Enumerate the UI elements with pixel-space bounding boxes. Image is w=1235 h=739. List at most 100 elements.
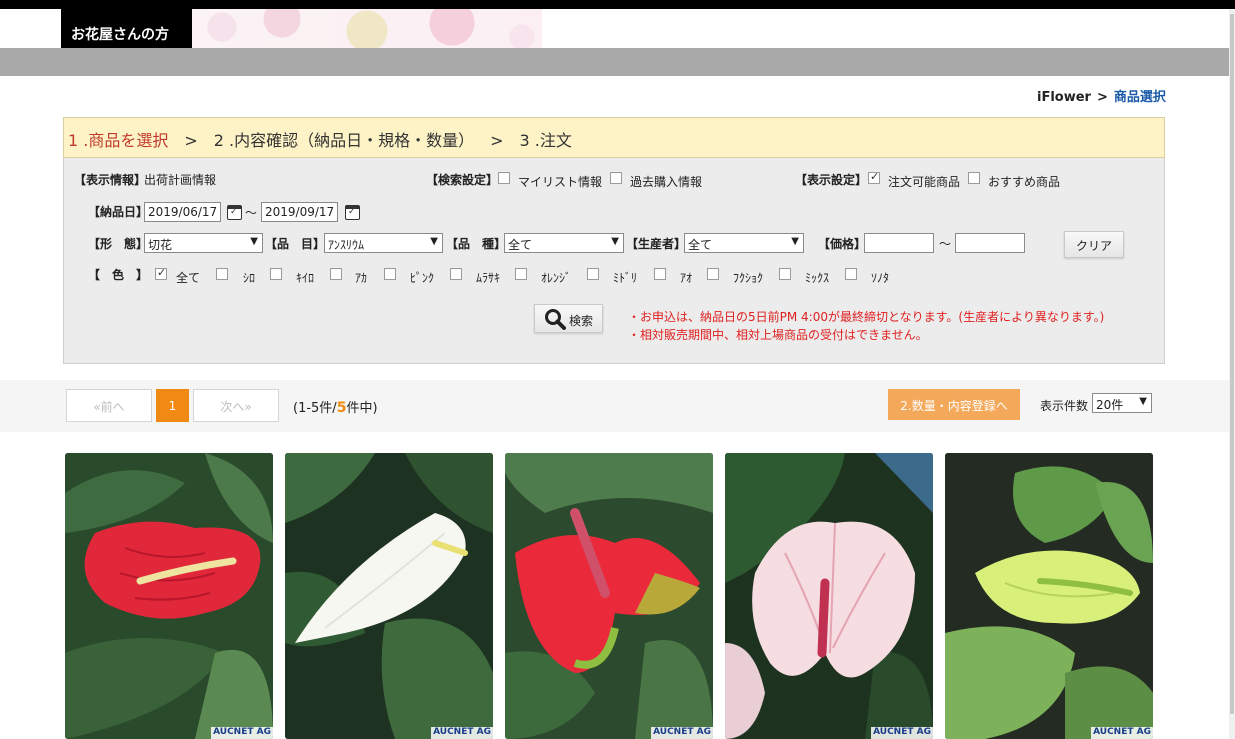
product-card[interactable]: AUCNET AG xyxy=(65,453,273,739)
mylist-label: マイリスト情報 xyxy=(518,175,603,189)
chevron-down-icon: ▼ xyxy=(1139,396,1147,407)
color-option-label: ｼﾛ xyxy=(243,271,256,285)
display-info-label: 【表示情報】 xyxy=(74,173,147,187)
step-arrow: > xyxy=(184,131,198,150)
next-page-button[interactable]: 次へ» xyxy=(193,389,279,422)
variety-select-value: 全て xyxy=(508,238,533,252)
price-max-input[interactable] xyxy=(955,233,1025,253)
calendar-icon[interactable] xyxy=(345,205,360,220)
item-label: 【品 目】 xyxy=(265,237,326,251)
date-range-tilde: ～ xyxy=(245,206,258,220)
color-option-label: ｿﾉﾀ xyxy=(871,271,890,285)
per-page-value: 20件 xyxy=(1096,398,1124,412)
item-select[interactable]: ｱﾝｽﾘｳﾑ ▼ xyxy=(324,233,443,253)
color-option-label: ﾐｯｸｽ xyxy=(805,271,830,285)
product-image xyxy=(945,453,1153,739)
product-watermark: AUCNET AG xyxy=(651,727,713,739)
product-watermark: AUCNET AG xyxy=(871,727,933,739)
display-settings-label: 【表示設定】 xyxy=(795,173,868,187)
clear-button[interactable]: クリア xyxy=(1064,231,1124,258)
chevron-down-icon: ▼ xyxy=(250,236,258,247)
product-watermark: AUCNET AG xyxy=(211,727,273,739)
step-confirm: 2 .内容確認（納品日・規格・数量） xyxy=(213,131,475,150)
past-purchase-checkbox[interactable] xyxy=(610,172,622,184)
color-checkbox[interactable] xyxy=(216,268,228,280)
product-watermark: AUCNET AG xyxy=(1091,727,1153,739)
brand-tab-label: お花屋さんの方 xyxy=(71,27,169,43)
search-settings-label: 【検索設定】 xyxy=(426,173,499,187)
color-option-label: ｷｲﾛ xyxy=(296,271,315,285)
color-checkbox[interactable] xyxy=(155,266,167,280)
display-info-value: 出荷計画情報 xyxy=(144,173,217,187)
producer-select[interactable]: 全て ▼ xyxy=(684,233,804,253)
product-card[interactable]: AUCNET AG xyxy=(725,453,933,739)
color-option-label: ｱｶ xyxy=(355,271,368,285)
breadcrumb-separator: > xyxy=(1096,90,1108,105)
step-arrow: > xyxy=(490,131,504,150)
search-icon xyxy=(545,309,566,330)
product-image xyxy=(285,453,493,739)
nav-bar xyxy=(0,48,1229,76)
per-page-select[interactable]: 20件 ▼ xyxy=(1092,393,1152,413)
mylist-checkbox[interactable] xyxy=(498,172,510,184)
orderable-checkbox[interactable] xyxy=(868,170,880,184)
order-steps: 1 .商品を選択 >2 .内容確認（納品日・規格・数量） >3 .注文 xyxy=(63,117,1165,158)
result-count-total: 5 xyxy=(336,400,347,416)
deadline-notes: ・お申込は、納品日の5日前PM 4:00が最終締切となります。(生産者により異な… xyxy=(628,308,1104,344)
brand-tab[interactable]: お花屋さんの方 xyxy=(61,9,192,48)
page-scrollbar[interactable] xyxy=(1229,9,1235,739)
color-checkbox[interactable] xyxy=(384,268,396,280)
color-checkbox[interactable] xyxy=(515,268,527,280)
color-checkbox[interactable] xyxy=(270,268,282,280)
color-checkbox[interactable] xyxy=(330,268,342,280)
chevron-down-icon: ▼ xyxy=(791,236,799,247)
color-option-label: ｵﾚﾝｼﾞ xyxy=(541,271,572,285)
note-line: ・相対販売期間中、相対上場商品の受付はできません。 xyxy=(628,328,928,342)
calendar-icon[interactable] xyxy=(227,205,242,220)
product-card[interactable]: AUCNET AG xyxy=(505,453,713,739)
search-button-label: 検索 xyxy=(569,314,594,328)
breadcrumb: iFlower > 商品選択 xyxy=(1037,86,1166,105)
prev-page-button[interactable]: «前へ xyxy=(66,389,152,422)
product-card[interactable]: AUCNET AG xyxy=(285,453,493,739)
color-option-label: ｱｵ xyxy=(680,271,693,285)
product-image xyxy=(65,453,273,739)
price-label: 【価格】 xyxy=(818,237,867,251)
note-line: ・お申込は、納品日の5日前PM 4:00が最終締切となります。(生産者により異な… xyxy=(628,310,1105,324)
result-count: (1-5件/5件中) xyxy=(293,397,378,416)
product-image xyxy=(505,453,713,739)
delivery-from-input[interactable]: 2019/06/17 xyxy=(144,202,221,222)
proceed-quantity-button[interactable]: 2.数量・内容登録へ xyxy=(888,389,1020,420)
chevron-down-icon: ▼ xyxy=(611,236,619,247)
color-option-label: 全て xyxy=(176,271,201,285)
color-option-label: ﾐﾄﾞﾘ xyxy=(613,271,638,285)
recommended-checkbox[interactable] xyxy=(968,172,980,184)
color-checkbox[interactable] xyxy=(779,268,791,280)
variety-select[interactable]: 全て ▼ xyxy=(504,233,624,253)
form-select[interactable]: 切花 ▼ xyxy=(144,233,263,253)
color-checkbox[interactable] xyxy=(654,268,666,280)
item-select-value: ｱﾝｽﾘｳﾑ xyxy=(328,238,365,252)
color-checkbox[interactable] xyxy=(845,268,857,280)
step-order: 3 .注文 xyxy=(519,131,572,150)
color-checkbox[interactable] xyxy=(450,268,462,280)
color-checkbox[interactable] xyxy=(587,268,599,280)
product-watermark: AUCNET AG xyxy=(431,727,493,739)
scrollbar-thumb[interactable] xyxy=(1230,14,1234,714)
delivery-to-input[interactable]: 2019/09/17 xyxy=(261,202,338,222)
producer-select-value: 全て xyxy=(688,238,713,252)
breadcrumb-root[interactable]: iFlower xyxy=(1037,90,1091,105)
producer-label: 【生産者】 xyxy=(626,237,687,251)
color-label: 【 色 】 xyxy=(88,268,149,282)
price-range-tilde: ～ xyxy=(939,237,952,251)
price-min-input[interactable] xyxy=(864,233,934,253)
form-select-value: 切花 xyxy=(148,238,173,252)
page-number-button[interactable]: 1 xyxy=(156,389,189,422)
past-purchase-label: 過去購入情報 xyxy=(630,175,703,189)
form-label: 【形 態】 xyxy=(88,237,149,251)
search-button[interactable]: 検索 xyxy=(534,304,603,333)
color-checkbox[interactable] xyxy=(707,268,719,280)
top-bar xyxy=(0,0,1235,9)
product-card[interactable]: AUCNET AG xyxy=(945,453,1153,739)
result-count-prefix: (1-5件/ xyxy=(293,401,337,416)
